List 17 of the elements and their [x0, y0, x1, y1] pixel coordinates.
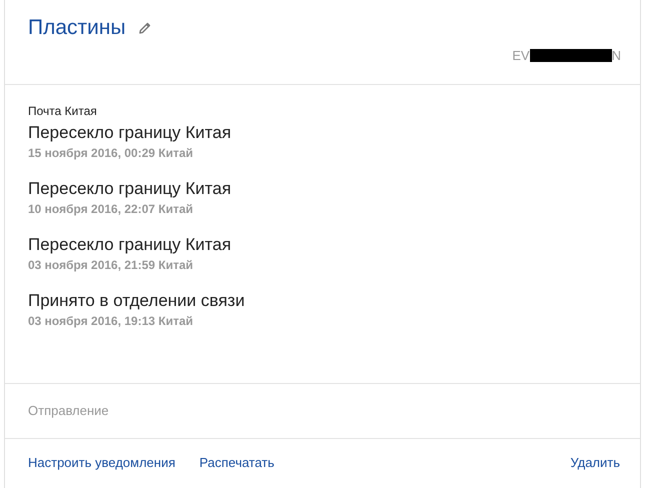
event-details: 15 ноября 2016, 00:29 Китай — [28, 146, 194, 160]
tracking-number-suffix: N — [612, 48, 621, 63]
event-status: Принято в отделении связи — [28, 290, 246, 312]
tracking-number-prefix: EV — [512, 48, 530, 63]
event-status: Пересекло границу Китая — [28, 234, 232, 256]
event-status: Пересекло границу Китая — [28, 122, 232, 144]
event-details: 10 ноября 2016, 22:07 Китай — [28, 202, 194, 216]
event-status: Пересекло границу Китая — [28, 178, 232, 200]
shipment-title: Пластины — [28, 16, 126, 40]
section-label: Отправление — [28, 403, 109, 418]
action-link[interactable]: Распечатать — [199, 455, 274, 470]
carrier-name: Почта Китая — [28, 104, 98, 118]
action-link[interactable]: Настроить уведомления — [28, 455, 176, 470]
delete-link[interactable]: Удалить — [570, 455, 620, 470]
event-details: 03 ноября 2016, 21:59 Китай — [28, 258, 194, 272]
event-details: 03 ноября 2016, 19:13 Китай — [28, 314, 194, 328]
edit-icon[interactable] — [138, 21, 152, 35]
